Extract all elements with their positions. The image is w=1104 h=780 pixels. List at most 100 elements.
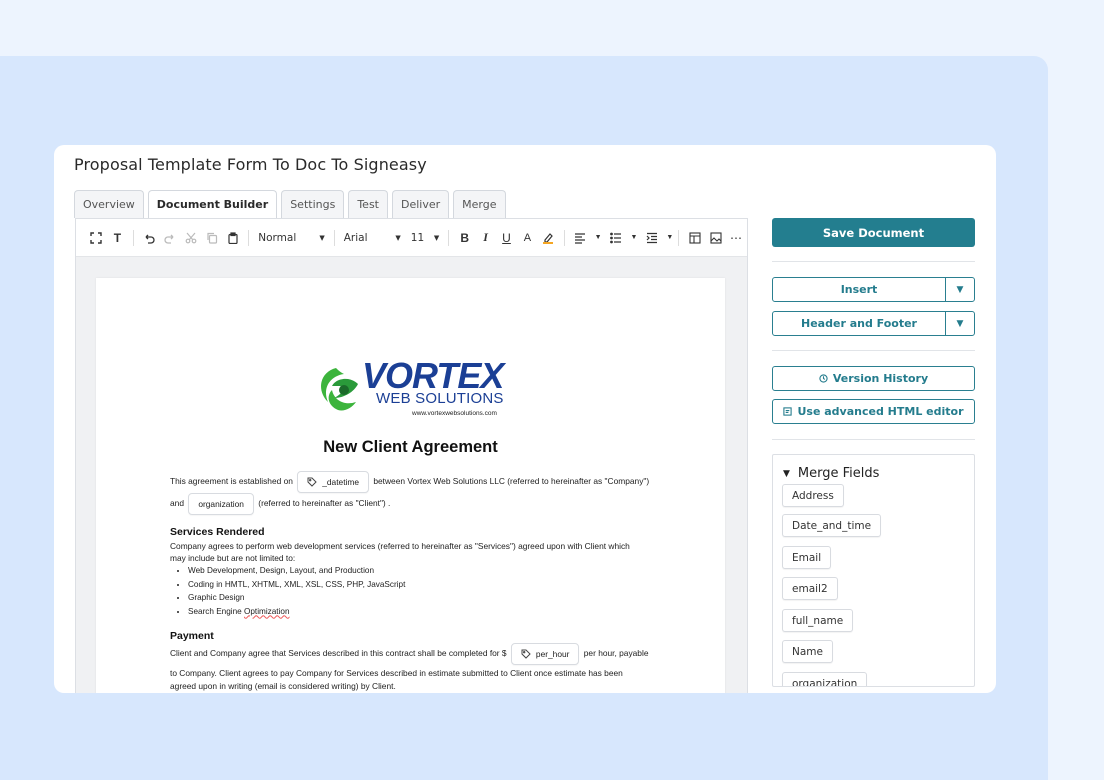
merge-field-chip[interactable]: Address <box>782 484 844 507</box>
merge-field-chip[interactable]: email2 <box>782 577 838 600</box>
redo-icon[interactable] <box>160 227 181 249</box>
toolbar-divider <box>132 229 134 246</box>
header-footer-wrap: Header and Footer ▼ <box>772 311 975 336</box>
chevron-down-icon[interactable]: ▼ <box>946 312 974 335</box>
services-list: Web Development, Design, Layout, and Pro… <box>188 566 405 620</box>
toolbar-divider <box>563 229 565 246</box>
insert-button[interactable]: Insert ▼ <box>772 277 975 302</box>
image-icon[interactable] <box>705 227 726 249</box>
toolbar-divider <box>448 229 450 246</box>
tab-merge[interactable]: Merge <box>453 190 506 218</box>
intro-line-2: and organization (referred to hereinafte… <box>170 493 390 515</box>
version-history-label: Version History <box>832 372 929 385</box>
list-icon[interactable] <box>606 227 627 249</box>
merge-chip-organization[interactable]: organization <box>188 493 254 515</box>
services-paragraph-line-2: may include but are not limited to: <box>170 553 296 563</box>
list-item: Search Engine Optimization <box>188 607 405 621</box>
font-size-select[interactable]: 11 ▼ <box>407 232 444 244</box>
chevron-down-icon[interactable]: ▼ <box>666 234 673 241</box>
merge-chip-per-hour[interactable]: per_hour <box>510 643 580 665</box>
copy-icon[interactable] <box>201 227 222 249</box>
html-editor-label: Use advanced HTML editor <box>797 405 964 418</box>
chevron-down-icon: ▼ <box>433 233 440 242</box>
tab-overview[interactable]: Overview <box>74 190 144 218</box>
merge-chip-datetime[interactable]: _datetime <box>297 471 370 493</box>
merge-field-chip[interactable]: Date_and_time <box>782 514 882 537</box>
sidebar-divider <box>772 439 975 440</box>
highlight-icon[interactable] <box>538 227 559 249</box>
paragraph-style-select[interactable]: Normal ▼ <box>254 232 329 244</box>
list-item: Graphic Design <box>188 593 405 607</box>
fullscreen-icon[interactable] <box>86 227 107 249</box>
chevron-down-icon[interactable]: ▼ <box>946 278 974 301</box>
header-footer-label[interactable]: Header and Footer <box>773 312 946 335</box>
tab-document-builder[interactable]: Document Builder <box>147 190 278 218</box>
code-file-icon <box>783 407 793 416</box>
cut-icon[interactable] <box>181 227 202 249</box>
toolbar-divider <box>248 229 250 246</box>
merge-fields-title: Merge Fields <box>797 466 880 481</box>
chip-label: _datetime <box>322 477 360 487</box>
merge-fields-panel: ▼ Merge Fields Address Date_and_time Ema… <box>772 454 975 687</box>
document-editor: T Normal ▼ Arial ▼ 11 ▼ B I U A ▼ ▼ ▼ ⋯ … <box>75 218 748 693</box>
logo-url-text: www.vortexwebsolutions.com <box>412 410 497 417</box>
tab-test[interactable]: Test <box>348 190 388 218</box>
indent-icon[interactable] <box>641 227 662 249</box>
services-paragraph-line-1: Company agrees to perform web developmen… <box>170 541 630 551</box>
payment-line-3: agreed upon in writing (email is conside… <box>170 681 396 691</box>
font-family-select[interactable]: Arial ▼ <box>340 232 405 244</box>
merge-field-chip[interactable]: Email <box>782 546 832 569</box>
insert-wrap: Insert ▼ <box>772 277 975 302</box>
save-document-button-wrap: Save Document <box>772 218 975 247</box>
list-item-text: Search Engine <box>188 606 244 616</box>
payment-heading: Payment <box>170 630 214 642</box>
tab-deliver[interactable]: Deliver <box>392 190 450 218</box>
undo-icon[interactable] <box>139 227 160 249</box>
italic-icon[interactable]: I <box>475 227 496 249</box>
table-icon[interactable] <box>684 227 705 249</box>
chevron-down-icon: ▼ <box>319 233 325 242</box>
payment-line-2: to Company. Client agrees to pay Company… <box>170 668 623 678</box>
font-size-value: 11 <box>410 231 425 244</box>
more-icon[interactable]: ⋯ <box>726 227 747 249</box>
bold-icon[interactable]: B <box>454 227 475 249</box>
list-item: Coding in HMTL, XHTML, XML, XSL, CSS, PH… <box>188 580 405 594</box>
align-icon[interactable] <box>570 227 591 249</box>
chevron-down-icon: ▼ <box>395 233 401 242</box>
paste-icon[interactable] <box>222 227 243 249</box>
payment-line-1: Client and Company agree that Services d… <box>170 643 649 665</box>
page-title: Proposal Template Form To Doc To Signeas… <box>74 155 427 174</box>
font-color-icon[interactable]: A <box>517 227 538 249</box>
document-page[interactable]: VORTEX WEB SOLUTIONS www.vortexwebsoluti… <box>96 278 725 693</box>
save-document-button[interactable]: Save Document <box>772 218 975 247</box>
caret-down-icon: ▼ <box>783 468 790 479</box>
merge-fields-header[interactable]: ▼ Merge Fields <box>783 466 879 481</box>
toolbar-divider <box>678 229 680 246</box>
merge-field-chip[interactable]: organization <box>782 672 868 686</box>
chevron-down-icon[interactable]: ▼ <box>595 234 602 241</box>
merge-field-chip[interactable]: full_name <box>782 609 854 632</box>
header-footer-button[interactable]: Header and Footer ▼ <box>772 311 975 336</box>
list-item: Web Development, Design, Layout, and Pro… <box>188 566 405 580</box>
intro-text: (referred to hereinafter as "Client") . <box>258 498 391 509</box>
chip-label: per_hour <box>535 649 570 659</box>
underline-icon[interactable]: U <box>496 227 517 249</box>
insert-label[interactable]: Insert <box>773 278 946 301</box>
tab-settings[interactable]: Settings <box>281 190 345 218</box>
logo-main-text: VORTEX <box>362 355 504 396</box>
version-history-button[interactable]: Version History <box>772 366 975 391</box>
intro-line-1: This agreement is established on _dateti… <box>170 471 649 493</box>
merge-field-chip[interactable]: Name <box>782 640 833 663</box>
intro-text: between Vortex Web Solutions LLC (referr… <box>373 476 650 487</box>
text-icon[interactable]: T <box>107 227 128 249</box>
logo-wordmark: VORTEX WEB SOLUTIONS www.vortexwebsoluti… <box>362 355 512 418</box>
intro-text: and <box>170 498 184 509</box>
chevron-down-icon[interactable]: ▼ <box>630 234 637 241</box>
paragraph-style-value: Normal <box>258 231 297 244</box>
html-editor-wrap: Use advanced HTML editor <box>772 399 975 424</box>
advanced-html-editor-button[interactable]: Use advanced HTML editor <box>772 399 975 424</box>
services-heading: Services Rendered <box>170 526 265 538</box>
version-history-wrap: Version History <box>772 366 975 391</box>
spellcheck-word: Optimization <box>244 606 290 616</box>
clock-icon <box>819 374 828 383</box>
